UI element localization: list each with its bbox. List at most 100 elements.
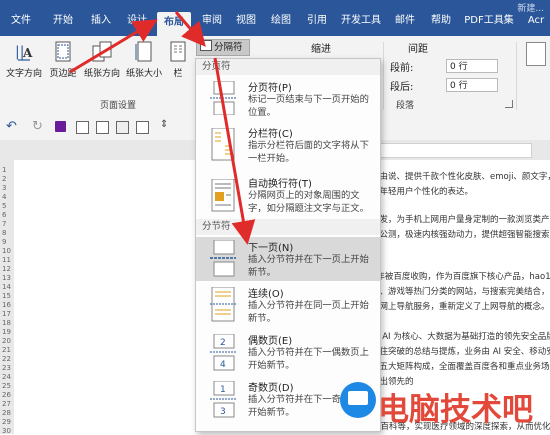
menu-item-continuous[interactable]: 连续(O) 插入分节符并在同一页上开始新节。 [196,285,380,329]
indent-label: 缩进 [311,44,331,55]
ruler-number: 4 [2,193,7,201]
monitor-shape [348,391,368,405]
svg-text:1: 1 [220,385,226,395]
orientation-label: 纸张方向 [83,69,120,79]
tab-mailings[interactable]: 邮件 [390,11,420,31]
ruler-number: 10 [2,247,11,255]
customize-qat-icon[interactable]: ⇕ [160,119,168,130]
menu-item-column-break[interactable]: 分栏符(C) 指示分栏符后面的文字将从下一栏开始。 [196,125,380,169]
section-breaks-header: 分节符 [196,219,380,235]
ruler-number: 25 [2,382,11,390]
menu-item-next-page[interactable]: 下一页(N) 插入分节符并在下一页上开始新节。 [196,237,380,281]
orientation-button[interactable]: 纸张方向 [83,40,121,79]
tab-home[interactable]: 开始 [48,11,78,31]
redo-icon[interactable]: ↻ [32,119,43,134]
ruler-number: 21 [2,346,11,354]
group-paragraph-label: 段落 [396,101,415,111]
tab-design[interactable]: 设计 [122,11,152,31]
ruler-number: 16 [2,301,11,309]
page-break-icon [210,81,236,115]
ribbon-separator [383,42,384,110]
page-breaks-header: 分页符 [196,59,380,75]
menu-item-desc: 插入分节符并在下一偶数页上开始新节。 [248,347,369,371]
ruler-number: 18 [2,319,11,327]
menu-item-title: 分页符(P) [248,83,292,94]
ruler-number: 23 [2,364,11,372]
svg-text:A: A [22,46,33,60]
spacing-label: 间距 [408,44,428,55]
text-direction-button[interactable]: || A 文字方向 [5,40,43,79]
print-preview-icon[interactable] [76,121,89,134]
paragraph-dialog-launcher-icon[interactable] [505,100,513,108]
columns-button[interactable]: 栏 [168,40,188,79]
ruler-number: 27 [2,400,11,408]
column-break-icon [211,128,235,161]
ruler-number: 28 [2,409,11,417]
ruler-number: 15 [2,292,11,300]
columns-icon [170,41,186,62]
doc-line: 研发，为手机上网用户量身定制的一款浏览类产品， [371,215,550,225]
tab-view[interactable]: 视图 [231,11,261,31]
ruler-number: 12 [2,265,11,273]
tab-references[interactable]: 引用 [302,11,332,31]
breaks-button[interactable]: 分隔符 ▾ [196,39,250,68]
size-icon [135,41,152,62]
doc-line: 助年轻用户个性化的表达。 [371,187,474,197]
ruler-number: 2 [2,175,7,183]
ruler-number: 14 [2,283,11,291]
next-page-icon [210,240,236,277]
doc-line: 以 AI 为核心、大数据为基础打造的领先安全品牌， [371,332,550,342]
svg-text:4: 4 [220,360,226,370]
undo-icon[interactable]: ↶ [6,119,17,134]
breaks-icon [200,40,212,51]
tab-acrobat[interactable]: Acr [522,11,550,31]
breaks-label: 分隔符 [214,42,243,53]
ruler-number: 20 [2,337,11,345]
ruler-number: 13 [2,274,11,282]
tab-review[interactable]: 审阅 [197,11,227,31]
ruler-number: 22 [2,355,11,363]
size-label: 纸张大小 [125,69,162,79]
tab-pdf-tools[interactable]: PDF工具集 [462,11,516,31]
odd-page-icon: 1 3 [210,381,236,418]
menu-item-desc: 插入分节符并在下一页上开始新节。 [248,254,369,278]
margins-button[interactable]: 页边距 [47,40,79,79]
ribbon-tab-bar: 新建... 文件 开始 插入 设计 布局 审阅 视图 绘图 引用 开发工具 邮件… [0,0,550,36]
text-direction-icon: || A [15,44,33,61]
tab-insert[interactable]: 插入 [86,11,116,31]
menu-item-even-page[interactable]: 2 4 偶数页(E) 插入分节符并在下一偶数页上开始新节。 [196,332,380,376]
ruler-number: 11 [2,256,11,264]
tab-developer[interactable]: 开发工具 [336,11,386,31]
tab-draw[interactable]: 绘图 [266,11,296,31]
ruler-number: 7 [2,220,7,228]
svg-text:3: 3 [220,407,226,417]
ruler-number: 19 [2,328,11,336]
new-doc-icon[interactable] [96,121,109,134]
ribbon-separator-2 [516,42,517,110]
tab-file[interactable]: 文件 [6,11,36,31]
open-icon[interactable] [116,121,129,134]
doc-line: 全五大矩阵构成，全面覆盖百度各和重点业务场景， [371,362,550,372]
spacing-before-label: 段前: [390,63,414,74]
doc-line: 4年被百度收购，作为百度旗下核心产品，hao123 及 [371,272,550,282]
menu-item-page-break[interactable]: 分页符(P) 标记一页结束与下一页开始的位置。 [196,79,380,118]
menu-item-desc: 分隔网页上的对象周围的文字，如分隔题注文字与正文。 [248,190,369,214]
ruler-number: 5 [2,202,7,210]
format-icon[interactable] [136,121,149,134]
watermark-logo-icon [340,382,376,418]
watermark-text: 电脑技术吧 [378,392,533,428]
group-page-setup-label: 页面设置 [100,101,137,111]
doc-line: 建住突破的总结与提炼，业务由 AI 安全、移动安全、 [371,347,550,357]
save-icon[interactable] [55,121,66,132]
spacing-after-input[interactable]: 0 行 [446,78,498,92]
tab-layout[interactable]: 布局 [157,12,191,36]
doc-line: 景、游戏等热门分类的网站，与搜索完美结合，为中 [371,287,550,297]
menu-item-desc: 指示分栏符后面的文字将从下一栏开始。 [248,140,369,164]
menu-item-title: 奇数页(D) [248,383,294,394]
vertical-ruler[interactable]: 1 2 3 4 5 6 7 8 9 10 11 12 13 14 15 16 1… [0,160,15,435]
spacing-before-input[interactable]: 0 行 [446,59,498,73]
menu-item-title: 下一页(N) [248,243,294,254]
size-button[interactable]: 纸张大小 [125,40,163,79]
position-icon[interactable] [526,42,546,66]
tab-help[interactable]: 帮助 [426,11,456,31]
